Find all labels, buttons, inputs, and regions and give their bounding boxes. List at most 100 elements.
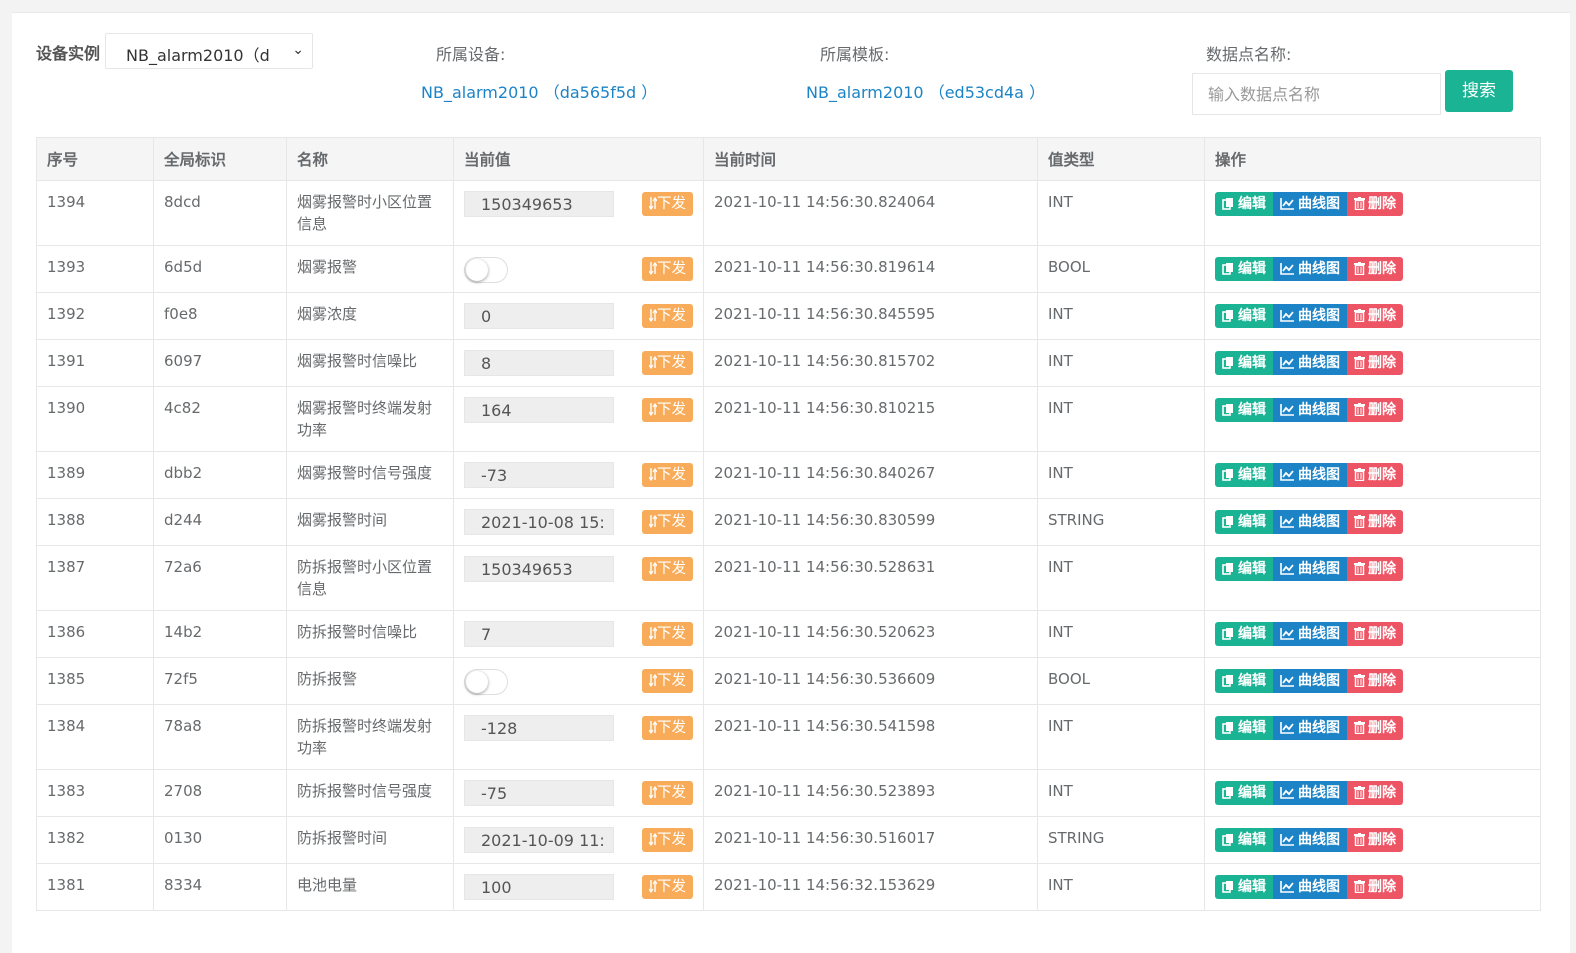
arrow-down-up-icon (648, 561, 658, 577)
cell-current-value: 164 下发 (453, 386, 704, 452)
current-value-input[interactable]: 150349653 (464, 556, 614, 582)
send-button[interactable]: 下发 (642, 875, 693, 899)
cell-actions: 编辑 曲线图 删除 (1204, 339, 1541, 387)
trash-icon (1354, 261, 1368, 277)
delete-button[interactable]: 删除 (1347, 557, 1403, 581)
device-instance-select[interactable]: NB_alarm2010（d ⌄ (105, 33, 313, 69)
current-value-input[interactable]: -73 (464, 462, 614, 488)
send-label: 下发 (657, 879, 686, 895)
trash-icon (1354, 308, 1368, 324)
send-button[interactable]: 下发 (642, 257, 693, 281)
chart-button[interactable]: 曲线图 (1273, 398, 1347, 422)
send-button[interactable]: 下发 (642, 557, 693, 581)
current-value-input[interactable]: -75 (464, 780, 614, 806)
search-button[interactable]: 搜索 (1445, 70, 1513, 112)
edit-button[interactable]: 编辑 (1215, 716, 1273, 740)
cell-global-id: 8334 (153, 863, 287, 911)
send-label: 下发 (657, 626, 686, 642)
delete-button[interactable]: 删除 (1347, 304, 1403, 328)
send-button[interactable]: 下发 (642, 828, 693, 852)
delete-button[interactable]: 删除 (1347, 781, 1403, 805)
cell-current-time: 2021-10-11 14:56:30.516017 (703, 816, 1038, 864)
current-value-input[interactable]: 8 (464, 350, 614, 376)
chart-button[interactable]: 曲线图 (1273, 257, 1347, 281)
delete-button[interactable]: 删除 (1347, 192, 1403, 216)
delete-button[interactable]: 删除 (1347, 622, 1403, 646)
chart-button[interactable]: 曲线图 (1273, 351, 1347, 375)
edit-button[interactable]: 编辑 (1215, 463, 1273, 487)
chart-button[interactable]: 曲线图 (1273, 781, 1347, 805)
delete-label: 删除 (1368, 720, 1396, 736)
current-value-input[interactable]: 2021-10-08 15: (464, 509, 614, 535)
send-button[interactable]: 下发 (642, 781, 693, 805)
copy-icon (1222, 514, 1238, 530)
delete-button[interactable]: 删除 (1347, 510, 1403, 534)
copy-icon (1222, 561, 1238, 577)
chart-button[interactable]: 曲线图 (1273, 463, 1347, 487)
send-button[interactable]: 下发 (642, 510, 693, 534)
cell-name: 防拆报警 (286, 657, 454, 705)
arrow-down-up-icon (648, 467, 658, 483)
edit-label: 编辑 (1238, 355, 1266, 371)
edit-button[interactable]: 编辑 (1215, 669, 1273, 693)
header-current-time: 当前时间 (703, 137, 1038, 181)
send-button[interactable]: 下发 (642, 192, 693, 216)
current-value-input[interactable]: 0 (464, 303, 614, 329)
chart-button[interactable]: 曲线图 (1273, 510, 1347, 534)
chart-button[interactable]: 曲线图 (1273, 716, 1347, 740)
delete-button[interactable]: 删除 (1347, 463, 1403, 487)
send-button[interactable]: 下发 (642, 463, 693, 487)
bool-toggle[interactable] (464, 669, 508, 695)
send-button[interactable]: 下发 (642, 622, 693, 646)
send-button[interactable]: 下发 (642, 716, 693, 740)
chart-button[interactable]: 曲线图 (1273, 669, 1347, 693)
edit-button[interactable]: 编辑 (1215, 557, 1273, 581)
send-button[interactable]: 下发 (642, 398, 693, 422)
edit-button[interactable]: 编辑 (1215, 875, 1273, 899)
cell-current-value: 150349653 下发 (453, 180, 704, 246)
edit-button[interactable]: 编辑 (1215, 622, 1273, 646)
edit-button[interactable]: 编辑 (1215, 257, 1273, 281)
edit-button[interactable]: 编辑 (1215, 304, 1273, 328)
edit-button[interactable]: 编辑 (1215, 828, 1273, 852)
table-row: 1392 f0e8 烟雾浓度 0 下发 2021-10-11 14:56:30.84559… (36, 292, 1541, 340)
owner-device-link[interactable]: NB_alarm2010 （da565f5d ） (421, 79, 657, 103)
cell-global-id: 6097 (153, 339, 287, 387)
cell-index: 1390 (36, 386, 154, 452)
edit-button[interactable]: 编辑 (1215, 398, 1273, 422)
cell-global-id: 6d5d (153, 245, 287, 293)
edit-button[interactable]: 编辑 (1215, 351, 1273, 375)
chart-button[interactable]: 曲线图 (1273, 622, 1347, 646)
delete-button[interactable]: 删除 (1347, 257, 1403, 281)
owner-template-link[interactable]: NB_alarm2010 （ed53cd4a ） (806, 79, 1045, 103)
chart-button[interactable]: 曲线图 (1273, 557, 1347, 581)
send-button[interactable]: 下发 (642, 304, 693, 328)
current-value-input[interactable]: 100 (464, 874, 614, 900)
chart-button[interactable]: 曲线图 (1273, 304, 1347, 328)
delete-button[interactable]: 删除 (1347, 828, 1403, 852)
edit-button[interactable]: 编辑 (1215, 510, 1273, 534)
cell-current-value: 下发 (453, 245, 704, 293)
delete-button[interactable]: 删除 (1347, 351, 1403, 375)
current-value-input[interactable]: -128 (464, 715, 614, 741)
delete-button[interactable]: 删除 (1347, 669, 1403, 693)
line-chart-icon (1280, 879, 1298, 895)
edit-button[interactable]: 编辑 (1215, 781, 1273, 805)
current-value-input[interactable]: 2021-10-09 11: (464, 827, 614, 853)
bool-toggle[interactable] (464, 257, 508, 283)
current-value-input[interactable]: 7 (464, 621, 614, 647)
datapoint-name-input[interactable] (1192, 73, 1441, 115)
chart-button[interactable]: 曲线图 (1273, 192, 1347, 216)
current-value-input[interactable]: 164 (464, 397, 614, 423)
chart-button[interactable]: 曲线图 (1273, 828, 1347, 852)
delete-button[interactable]: 删除 (1347, 398, 1403, 422)
edit-button[interactable]: 编辑 (1215, 192, 1273, 216)
send-button[interactable]: 下发 (642, 669, 693, 693)
delete-button[interactable]: 删除 (1347, 875, 1403, 899)
edit-label: 编辑 (1238, 561, 1266, 577)
delete-button[interactable]: 删除 (1347, 716, 1403, 740)
send-button[interactable]: 下发 (642, 351, 693, 375)
chart-button[interactable]: 曲线图 (1273, 875, 1347, 899)
current-value-input[interactable]: 150349653 (464, 191, 614, 217)
delete-label: 删除 (1368, 785, 1396, 801)
